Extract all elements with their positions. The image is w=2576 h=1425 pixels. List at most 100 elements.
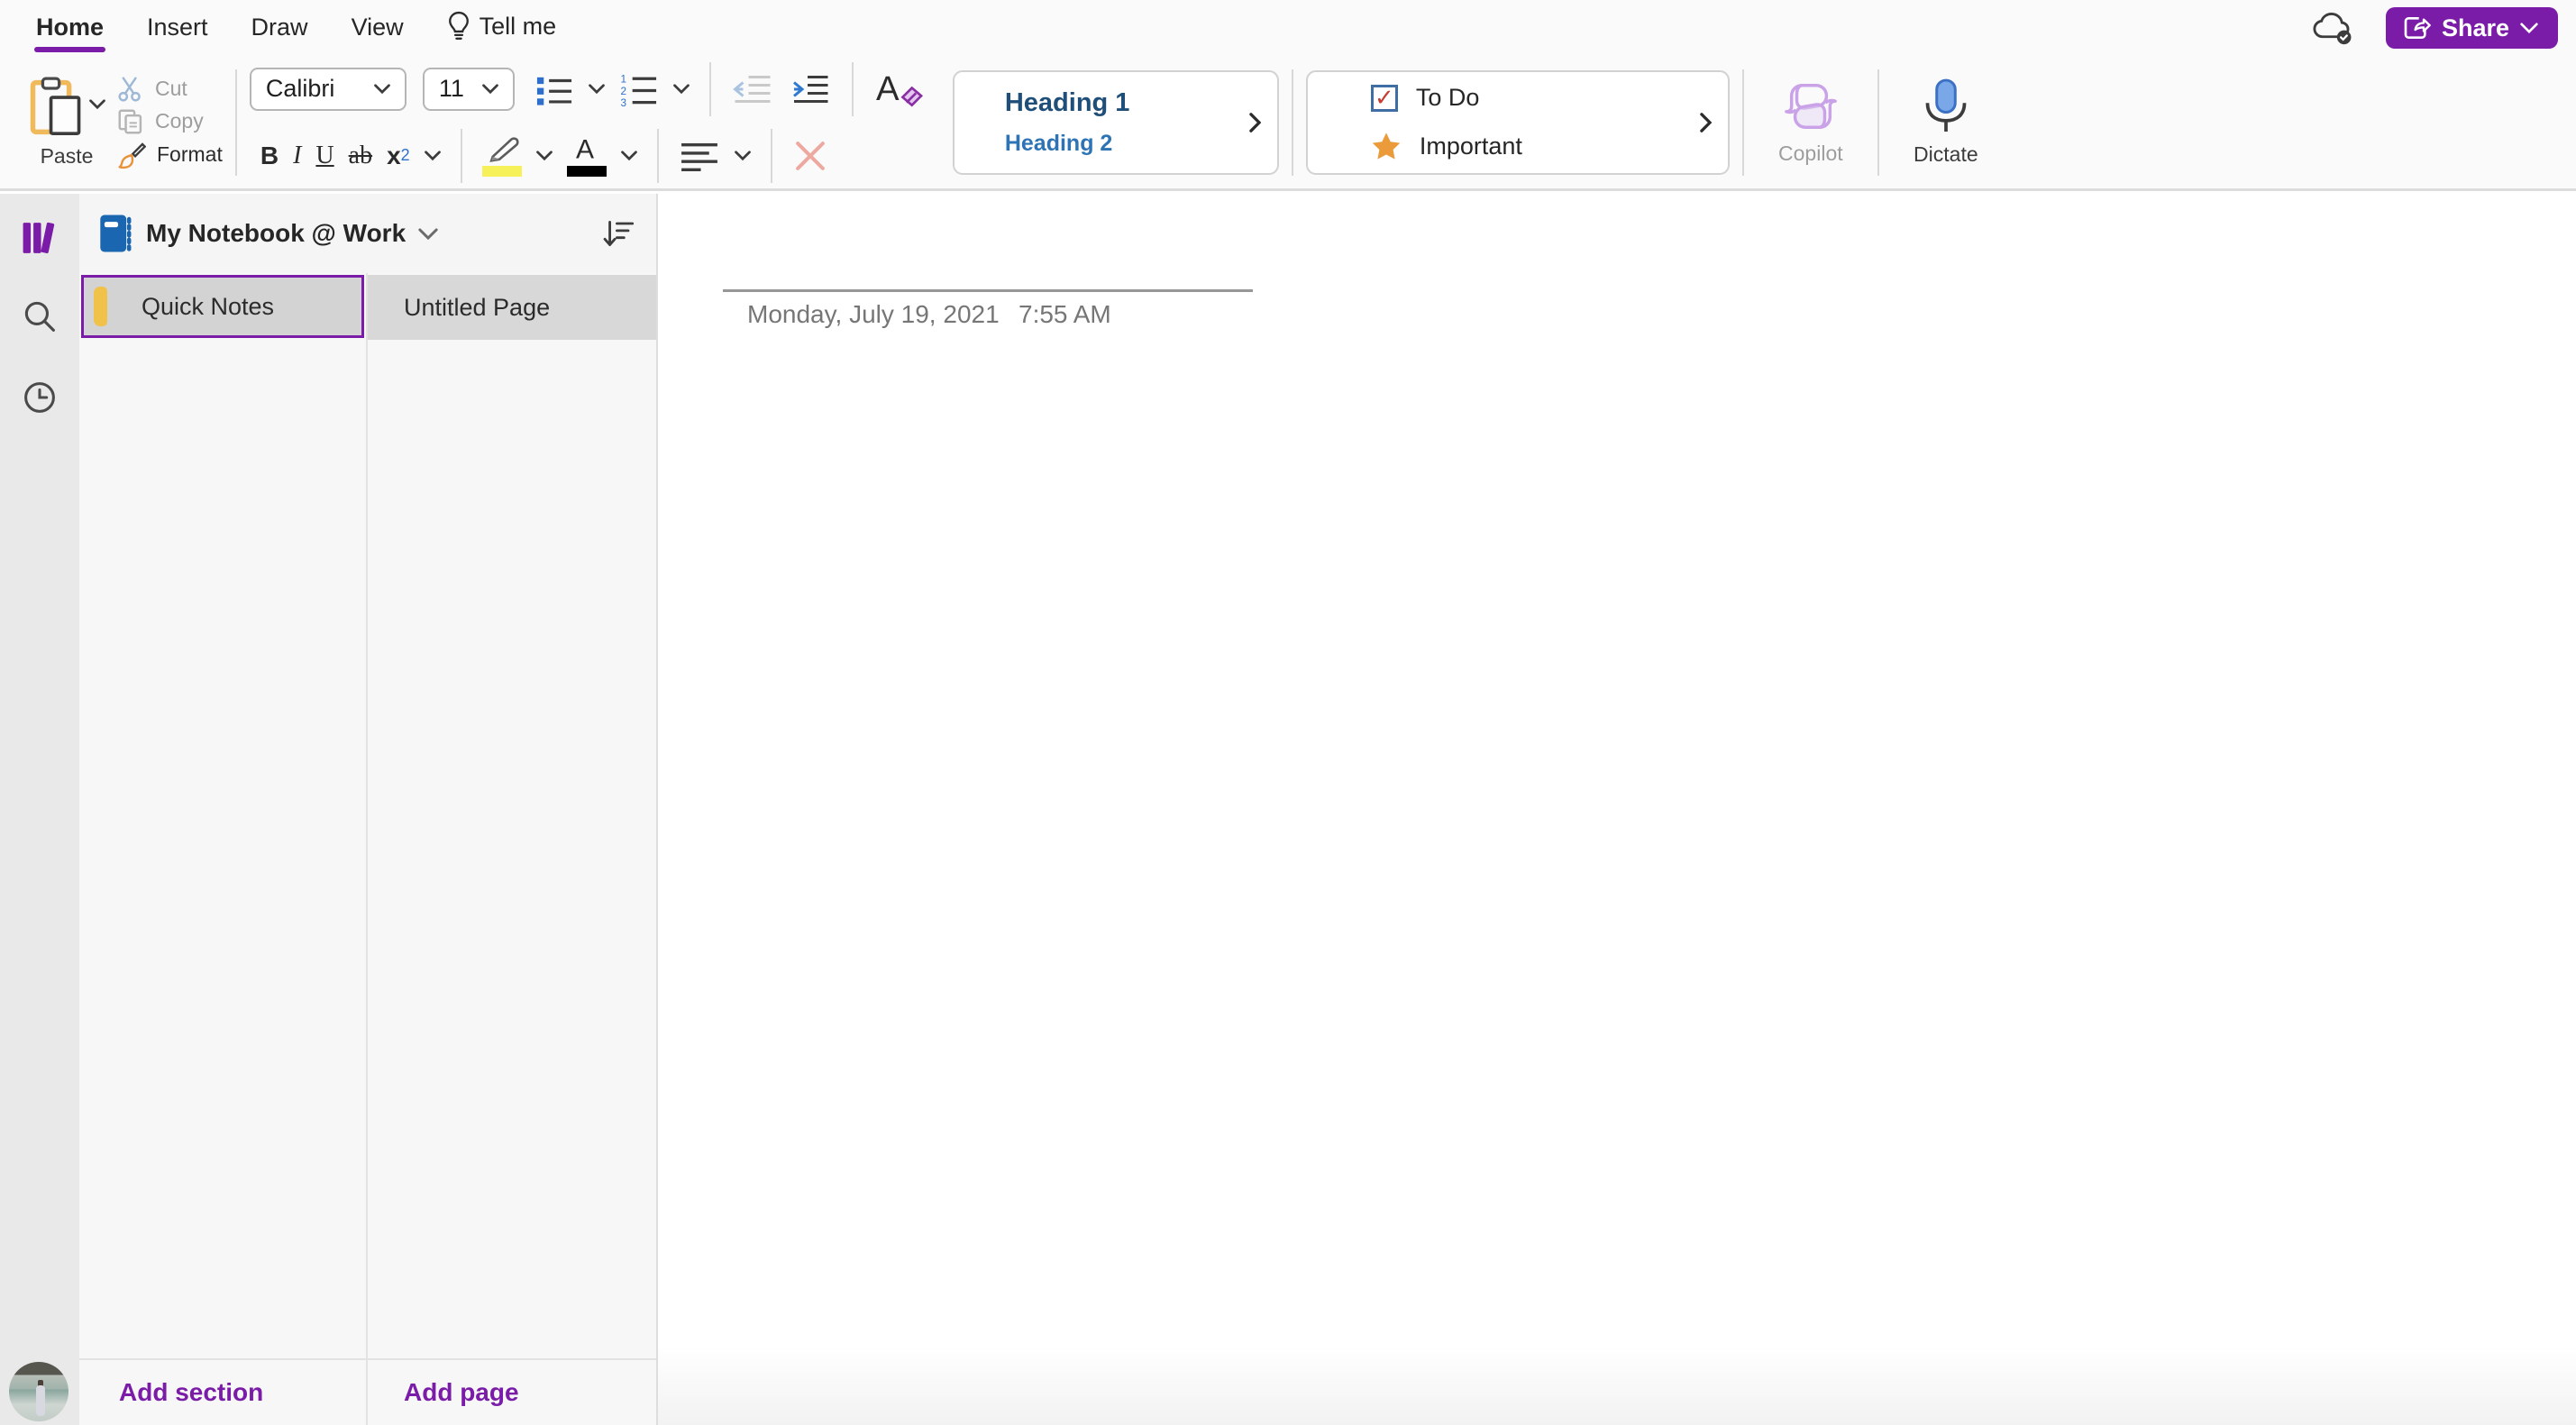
- star-icon: [1371, 132, 1402, 160]
- pages-list: Untitled Page: [368, 273, 656, 1358]
- sections-list: Quick Notes: [79, 273, 366, 1358]
- ribbon-divider: [770, 128, 772, 183]
- share-button[interactable]: Share: [2385, 7, 2558, 49]
- chevron-down-icon: [373, 84, 390, 94]
- add-section-button[interactable]: Add section: [119, 1378, 263, 1407]
- notebook-header[interactable]: My Notebook @ Work: [79, 194, 656, 273]
- chevron-right-icon[interactable]: [1249, 112, 1261, 132]
- bold-button[interactable]: B: [253, 134, 286, 178]
- bullet-list-button[interactable]: [527, 68, 581, 111]
- ribbon-divider: [851, 61, 854, 116]
- svg-text:A: A: [576, 135, 594, 162]
- font-size-select[interactable]: 11: [422, 67, 515, 111]
- font-name-select[interactable]: Calibri: [249, 67, 406, 111]
- copilot-button[interactable]: Copilot: [1757, 78, 1865, 166]
- add-section-row: Add section: [79, 1358, 366, 1425]
- ribbon-divider: [1877, 69, 1879, 176]
- subscript-button[interactable]: x2: [379, 134, 417, 178]
- outdent-button[interactable]: [724, 68, 781, 111]
- page-canvas[interactable]: Monday, July 19, 2021 7:55 AM: [658, 194, 2576, 1425]
- numbered-list-button[interactable]: 123: [612, 68, 666, 111]
- ribbon-divider: [708, 61, 711, 116]
- bullet-list-dropdown[interactable]: [581, 68, 612, 111]
- section-color-tab: [94, 287, 107, 326]
- cloud-sync-icon[interactable]: [2308, 11, 2355, 45]
- section-item-quick-notes[interactable]: Quick Notes: [81, 275, 364, 338]
- add-page-row: Add page: [368, 1358, 656, 1425]
- ribbon-toolbar: Paste Cut Copy Format Calibri 11 1 2 3 A…: [0, 56, 2576, 191]
- format-painter-button[interactable]: Format: [117, 141, 223, 169]
- notebooks-library-icon[interactable]: [19, 217, 60, 259]
- page-date: Monday, July 19, 2021: [747, 300, 1000, 328]
- chevron-down-icon: [481, 84, 498, 94]
- ribbon-divider: [656, 128, 659, 183]
- tab-tell-me[interactable]: Tell me: [425, 0, 579, 56]
- sections-column: Quick Notes Add section: [79, 273, 368, 1425]
- font-color-dropdown[interactable]: [614, 134, 644, 178]
- styles-gallery[interactable]: Heading 1 Heading 2: [952, 69, 1279, 175]
- microphone-icon: [1921, 78, 1971, 135]
- svg-text:2: 2: [620, 85, 626, 96]
- tab-view[interactable]: View: [330, 3, 425, 56]
- chevron-right-icon[interactable]: [1700, 112, 1712, 132]
- style-heading2[interactable]: Heading 2: [1005, 131, 1130, 157]
- chevron-down-icon: [2520, 23, 2538, 33]
- delete-button[interactable]: [785, 134, 836, 178]
- chevron-down-icon[interactable]: [418, 227, 438, 240]
- titlebar: Home Insert Draw View Tell me Share: [0, 0, 2576, 56]
- format-brush-icon: [117, 141, 146, 169]
- underline-button[interactable]: U: [308, 134, 341, 178]
- tag-important[interactable]: Important: [1371, 132, 1522, 160]
- font-color-button[interactable]: A: [560, 134, 614, 178]
- recent-notes-icon[interactable]: [22, 379, 58, 416]
- copy-button[interactable]: Copy: [117, 108, 223, 135]
- todo-checkbox-icon: ✓: [1370, 84, 1398, 112]
- italic-button[interactable]: I: [286, 134, 308, 178]
- numbered-list-dropdown[interactable]: [666, 68, 697, 111]
- copy-icon: [117, 108, 144, 135]
- svg-text:3: 3: [620, 97, 626, 107]
- cut-button[interactable]: Cut: [117, 76, 223, 103]
- svg-text:A: A: [876, 69, 900, 107]
- highlight-color-dropdown[interactable]: [529, 134, 560, 178]
- account-avatar[interactable]: [9, 1362, 69, 1421]
- left-rail: [0, 194, 79, 1425]
- paste-button[interactable]: Paste: [22, 76, 112, 169]
- tag-todo[interactable]: ✓ To Do: [1370, 84, 1522, 112]
- ribbon-divider: [234, 69, 237, 176]
- highlight-color-button[interactable]: [475, 134, 529, 178]
- scissors-icon: [117, 76, 144, 103]
- tags-gallery[interactable]: ✓ To Do Important: [1305, 69, 1730, 175]
- dictate-button[interactable]: Dictate: [1892, 78, 2000, 167]
- highlighter-icon: [489, 136, 519, 162]
- indent-button[interactable]: [781, 68, 839, 111]
- style-heading1[interactable]: Heading 1: [1005, 88, 1130, 118]
- notebook-title[interactable]: My Notebook @ Work: [146, 219, 406, 248]
- tab-insert[interactable]: Insert: [125, 3, 230, 56]
- clear-formatting-button[interactable]: A: [866, 68, 931, 111]
- notebook-nav: My Notebook @ Work Quick Notes Add secti…: [79, 194, 658, 1425]
- strikethrough-button[interactable]: ab: [342, 134, 379, 178]
- app-body: My Notebook @ Work Quick Notes Add secti…: [0, 194, 2576, 1425]
- tab-draw[interactable]: Draw: [230, 3, 330, 56]
- paragraph-align-button[interactable]: [671, 134, 727, 178]
- ribbon-divider: [1291, 69, 1293, 176]
- clipboard-icon: [28, 76, 84, 139]
- svg-text:1: 1: [620, 73, 626, 85]
- page-item-untitled[interactable]: Untitled Page: [368, 275, 656, 340]
- tab-home[interactable]: Home: [14, 3, 125, 56]
- paragraph-align-dropdown[interactable]: [727, 134, 758, 178]
- pages-column: Untitled Page Add page: [368, 273, 656, 1425]
- canvas-bottom-shadow: [658, 1344, 2576, 1425]
- add-page-button[interactable]: Add page: [404, 1378, 519, 1407]
- copilot-icon: [1781, 78, 1841, 134]
- share-icon: [2402, 14, 2431, 41]
- chevron-down-icon: [89, 99, 105, 109]
- sort-pages-icon[interactable]: [598, 214, 638, 253]
- page-title-underline: [723, 289, 1253, 292]
- subscript-dropdown[interactable]: [417, 134, 448, 178]
- ribbon-divider: [1741, 69, 1744, 176]
- search-icon[interactable]: [22, 298, 58, 334]
- ribbon-tabs: Home Insert Draw View Tell me: [0, 0, 578, 56]
- page-time: 7:55 AM: [1019, 300, 1111, 328]
